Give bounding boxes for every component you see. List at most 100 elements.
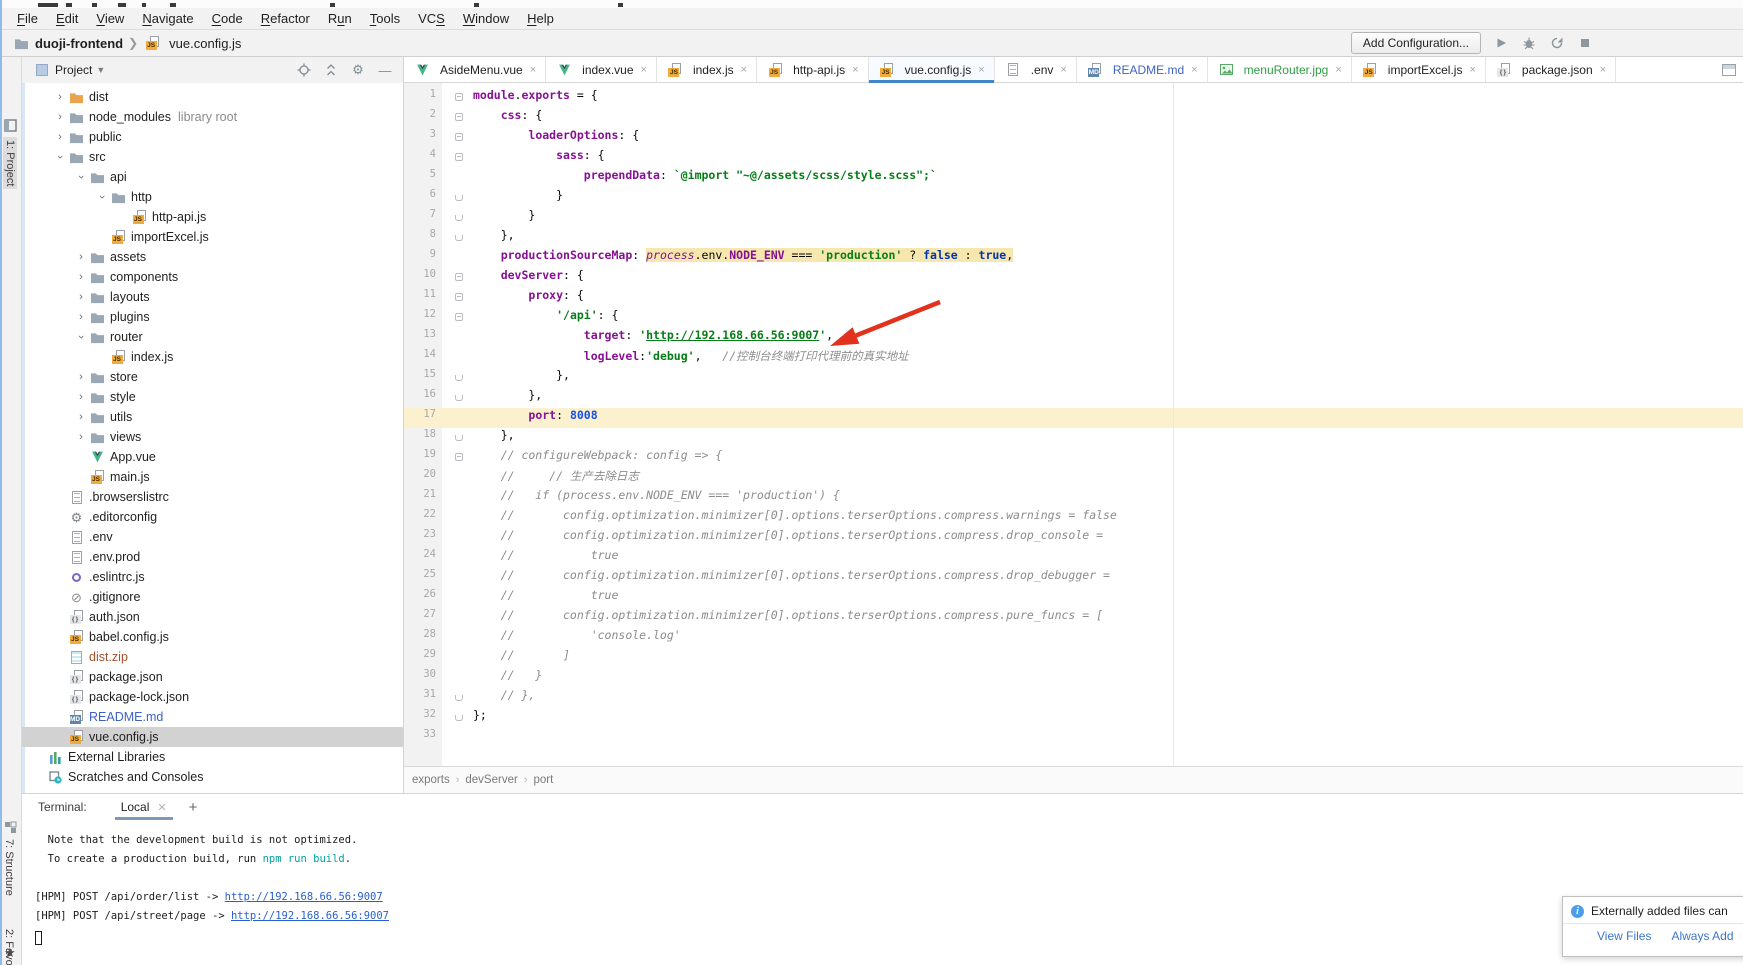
tree-item-package-lock.json[interactable]: ›{ }package-lock.json <box>22 687 403 707</box>
tree-item-plugins[interactable]: ›plugins <box>22 307 403 327</box>
tree-item-http[interactable]: ›http <box>22 187 403 207</box>
code-line-32[interactable]: 32}; <box>404 708 1743 728</box>
code-breadcrumb-exports[interactable]: exports <box>412 774 450 786</box>
tree-item-readme.md[interactable]: ›MDREADME.md <box>22 707 403 727</box>
new-terminal-icon[interactable]: + <box>189 799 198 816</box>
fold-marker-icon[interactable] <box>455 235 463 241</box>
stop-icon[interactable] <box>1577 35 1593 51</box>
code-line-22[interactable]: 22 // config.optimization.minimizer[0].o… <box>404 508 1743 528</box>
chevron-expanded-icon[interactable]: › <box>96 190 108 204</box>
update-icon[interactable] <box>1549 35 1565 51</box>
chevron-collapsed-icon[interactable]: › <box>74 271 88 283</box>
tree-item-src[interactable]: ›src <box>22 147 403 167</box>
tree-item-importexcel.js[interactable]: ›JSimportExcel.js <box>22 227 403 247</box>
breadcrumb-file[interactable]: vue.config.js <box>169 36 241 51</box>
notification-action-always-add[interactable]: Always Add <box>1671 929 1733 943</box>
close-icon[interactable]: × <box>1060 64 1066 76</box>
tree-item-dist.zip[interactable]: ›dist.zip <box>22 647 403 667</box>
tree-item-store[interactable]: ›store <box>22 367 403 387</box>
code-line-24[interactable]: 24 // true <box>404 548 1743 568</box>
menu-edit[interactable]: Edit <box>47 9 87 28</box>
tree-item-auth.json[interactable]: ›{ }auth.json <box>22 607 403 627</box>
tree-item-package.json[interactable]: ›{ }package.json <box>22 667 403 687</box>
terminal-panel[interactable]: Terminal: Local ✕ + Note that the develo… <box>22 793 1743 965</box>
tab-importexcel.js[interactable]: JSimportExcel.js× <box>1352 57 1486 82</box>
terminal-tab-local[interactable]: Local ✕ <box>115 794 173 820</box>
tab-menurouter.jpg[interactable]: menuRouter.jpg× <box>1208 57 1352 82</box>
close-icon[interactable]: × <box>1335 64 1341 76</box>
code-line-20[interactable]: 20 // // 生产去除日志 <box>404 468 1743 488</box>
chevron-expanded-icon[interactable]: › <box>75 330 87 344</box>
code-line-17[interactable]: 17 port: 8008 <box>404 408 1743 428</box>
fold-marker-icon[interactable] <box>455 93 463 101</box>
menu-run[interactable]: Run <box>319 9 361 28</box>
menu-help[interactable]: Help <box>518 9 563 28</box>
project-tool-icon[interactable] <box>4 119 17 132</box>
sidebar-button-project[interactable]: 1: Project <box>3 137 17 189</box>
notification-action-view-files[interactable]: View Files <box>1597 929 1651 943</box>
close-icon[interactable]: × <box>741 64 747 76</box>
tree-item-main.js[interactable]: ›JSmain.js <box>22 467 403 487</box>
locate-icon[interactable] <box>296 62 312 78</box>
tree-item-.gitignore[interactable]: ›⊘.gitignore <box>22 587 403 607</box>
code-line-18[interactable]: 18 }, <box>404 428 1743 448</box>
fold-marker-icon[interactable] <box>455 273 463 281</box>
tree-item-router[interactable]: ›router <box>22 327 403 347</box>
tree-item-babel.config.js[interactable]: ›JSbabel.config.js <box>22 627 403 647</box>
code-line-6[interactable]: 6 } <box>404 188 1743 208</box>
chevron-expanded-icon[interactable]: › <box>75 170 87 184</box>
tree-item-.env[interactable]: ›.env <box>22 527 403 547</box>
code-line-33[interactable]: 33 <box>404 728 1743 748</box>
tree-item-public[interactable]: ›public <box>22 127 403 147</box>
chevron-collapsed-icon[interactable]: › <box>74 251 88 263</box>
code-line-19[interactable]: 19 // configureWebpack: config => { <box>404 448 1743 468</box>
add-configuration-button[interactable]: Add Configuration... <box>1351 32 1481 54</box>
menu-tools[interactable]: Tools <box>361 9 409 28</box>
code-line-12[interactable]: 12 '/api': { <box>404 308 1743 328</box>
fold-marker-icon[interactable] <box>455 215 463 221</box>
close-icon[interactable]: × <box>978 64 984 76</box>
debug-icon[interactable] <box>1521 35 1537 51</box>
close-icon[interactable]: × <box>641 64 647 76</box>
close-icon[interactable]: × <box>1191 64 1197 76</box>
tree-item-style[interactable]: ›style <box>22 387 403 407</box>
tab-vue.config.js[interactable]: JSvue.config.js× <box>869 57 995 82</box>
run-icon[interactable] <box>1493 35 1509 51</box>
chevron-collapsed-icon[interactable]: › <box>53 91 67 103</box>
tab-options-icon[interactable] <box>1722 64 1736 76</box>
breadcrumb-project[interactable]: duoji-frontend <box>35 36 123 51</box>
collapse-all-icon[interactable] <box>323 62 339 78</box>
tree-item-api[interactable]: ›api <box>22 167 403 187</box>
code-line-25[interactable]: 25 // config.optimization.minimizer[0].o… <box>404 568 1743 588</box>
fold-marker-icon[interactable] <box>455 695 463 701</box>
close-icon[interactable]: × <box>852 64 858 76</box>
menu-file[interactable]: File <box>8 9 47 28</box>
chevron-down-icon[interactable]: ▼ <box>96 65 105 75</box>
tree-item-external-libraries[interactable]: ›External Libraries <box>22 747 403 767</box>
code-line-29[interactable]: 29 // ] <box>404 648 1743 668</box>
tree-item-scratches-and-consoles[interactable]: ›Scratches and Consoles <box>22 767 403 787</box>
tree-item-components[interactable]: ›components <box>22 267 403 287</box>
chevron-collapsed-icon[interactable]: › <box>74 311 88 323</box>
chevron-collapsed-icon[interactable]: › <box>53 111 67 123</box>
code-line-10[interactable]: 10 devServer: { <box>404 268 1743 288</box>
code-breadcrumb-devserver[interactable]: devServer <box>465 774 517 786</box>
code-line-16[interactable]: 16 }, <box>404 388 1743 408</box>
fold-marker-icon[interactable] <box>455 313 463 321</box>
menu-refactor[interactable]: Refactor <box>252 9 319 28</box>
hide-icon[interactable]: — <box>377 62 393 78</box>
tab-index.js[interactable]: JSindex.js× <box>657 57 757 82</box>
tab-index.vue[interactable]: index.vue× <box>546 57 657 82</box>
project-panel-title[interactable]: Project <box>55 63 92 77</box>
code-line-13[interactable]: 13 target: 'http://192.168.66.56:9007', <box>404 328 1743 348</box>
tree-item-.browserslistrc[interactable]: ›.browserslistrc <box>22 487 403 507</box>
tree-item-utils[interactable]: ›utils <box>22 407 403 427</box>
menu-view[interactable]: View <box>87 9 133 28</box>
code-line-2[interactable]: 2 css: { <box>404 108 1743 128</box>
tree-item-app.vue[interactable]: ›App.vue <box>22 447 403 467</box>
tree-item-vue.config.js[interactable]: ›JSvue.config.js <box>22 727 403 747</box>
close-icon[interactable]: × <box>530 64 536 76</box>
tab-readme.md[interactable]: MDREADME.md× <box>1077 57 1208 82</box>
tree-item-node-modules[interactable]: ›node_moduleslibrary root <box>22 107 403 127</box>
fold-marker-icon[interactable] <box>455 153 463 161</box>
